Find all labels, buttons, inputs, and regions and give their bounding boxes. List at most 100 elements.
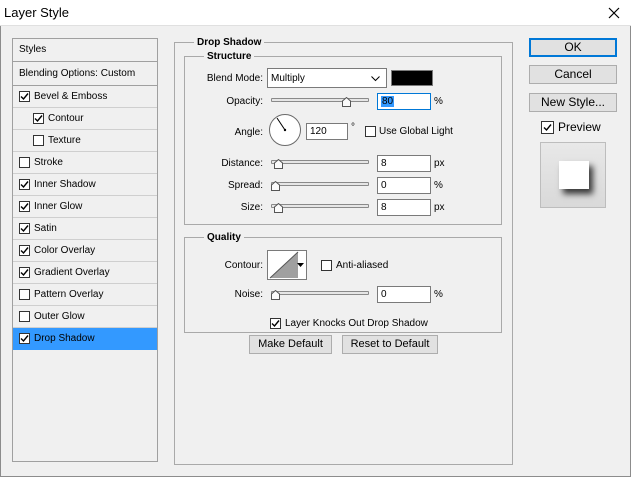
dialog-body: Styles Blending Options: Custom Bevel & … [0, 26, 631, 477]
title-bar: Layer Style [0, 0, 631, 26]
angle-value: 120 [310, 126, 327, 137]
cancel-button[interactable]: Cancel [529, 65, 617, 84]
spread-slider[interactable] [271, 179, 369, 191]
chevron-down-icon [371, 76, 380, 82]
style-item-label: Color Overlay [34, 245, 96, 256]
style-checkbox-texture[interactable] [33, 135, 44, 146]
style-item-inner-glow[interactable]: Inner Glow [13, 196, 157, 218]
style-item-label: Contour [48, 113, 84, 124]
contour-dropdown-icon[interactable] [297, 263, 304, 268]
slider-thumb[interactable] [271, 180, 280, 191]
blending-options-item[interactable]: Blending Options: Custom [13, 62, 157, 86]
reset-to-default-button[interactable]: Reset to Default [342, 335, 438, 354]
style-item-contour[interactable]: Contour [13, 108, 157, 130]
style-item-texture[interactable]: Texture [13, 130, 157, 152]
contour-label: Contour: [224, 260, 263, 271]
style-item-drop-shadow[interactable]: Drop Shadow [13, 328, 157, 350]
style-item-outer-glow[interactable]: Outer Glow [13, 306, 157, 328]
knockout-label: Layer Knocks Out Drop Shadow [285, 318, 428, 329]
style-item-label: Gradient Overlay [34, 267, 110, 278]
ok-button[interactable]: OK [529, 38, 617, 57]
anti-aliased-checkbox[interactable] [321, 260, 332, 271]
style-item-satin[interactable]: Satin [13, 218, 157, 240]
use-global-light-label: Use Global Light [379, 126, 453, 137]
style-checkbox-satin[interactable] [19, 223, 30, 234]
style-item-label: Texture [48, 135, 81, 146]
new-style-button[interactable]: New Style... [529, 93, 617, 112]
slider-thumb[interactable] [342, 96, 351, 107]
style-item-label: Pattern Overlay [34, 289, 104, 300]
style-checkbox-contour[interactable] [33, 113, 44, 124]
style-checkbox-color-overlay[interactable] [19, 245, 30, 256]
anti-aliased-label: Anti-aliased [336, 260, 389, 271]
use-global-light-checkbox[interactable] [365, 126, 376, 137]
window-title: Layer Style [4, 5, 70, 20]
preview-checkbox[interactable] [541, 121, 554, 134]
style-item-label: Stroke [34, 157, 63, 168]
angle-dial-icon [269, 114, 301, 146]
noise-slider[interactable] [271, 288, 369, 300]
opacity-slider-track [271, 98, 369, 102]
style-item-bevel-and-emboss[interactable]: Bevel & Emboss [13, 86, 157, 108]
checkmark-icon [34, 115, 43, 123]
blend-mode-value: Multiply [271, 73, 305, 84]
distance-unit: px [434, 158, 445, 169]
style-checkbox-outer-glow[interactable] [19, 311, 30, 322]
slider-thumb[interactable] [274, 158, 283, 169]
style-checkbox-stroke[interactable] [19, 157, 30, 168]
style-checkbox-gradient-overlay[interactable] [19, 267, 30, 278]
quality-title: Quality [204, 232, 244, 243]
spread-value: 0 [381, 180, 387, 191]
noise-slider-track [271, 291, 369, 295]
style-item-inner-shadow[interactable]: Inner Shadow [13, 174, 157, 196]
make-default-button[interactable]: Make Default [249, 335, 332, 354]
blend-mode-select[interactable]: Multiply [267, 68, 387, 88]
checkmark-icon [20, 181, 29, 189]
angle-input[interactable]: 120 [306, 123, 348, 140]
checkmark-icon [271, 320, 280, 328]
opacity-input[interactable]: 80 [377, 93, 431, 110]
contour-picker[interactable] [267, 250, 307, 280]
style-item-label: Inner Shadow [34, 179, 96, 190]
angle-dial[interactable] [268, 113, 302, 147]
close-button[interactable] [597, 0, 631, 26]
slider-thumb[interactable] [271, 289, 280, 300]
style-item-stroke[interactable]: Stroke [13, 152, 157, 174]
blend-mode-label: Blend Mode: [206, 73, 263, 84]
opacity-value: 80 [381, 96, 395, 107]
checkmark-icon [20, 247, 29, 255]
size-slider[interactable] [271, 201, 369, 213]
blending-options-label: Blending Options: Custom [19, 68, 136, 79]
preview-thumbnail [540, 142, 606, 208]
size-input[interactable]: 8 [377, 199, 431, 216]
checkmark-icon [20, 269, 29, 277]
style-item-label: Satin [34, 223, 57, 234]
style-item-gradient-overlay[interactable]: Gradient Overlay [13, 262, 157, 284]
spread-input[interactable]: 0 [377, 177, 431, 194]
close-icon [608, 7, 620, 19]
style-checkbox-bevel-and-emboss[interactable] [19, 91, 30, 102]
styles-header[interactable]: Styles [13, 39, 157, 62]
shadow-color-swatch[interactable] [391, 70, 433, 86]
knockout-checkbox[interactable] [270, 318, 281, 329]
spread-unit: % [434, 180, 443, 191]
style-checkbox-inner-shadow[interactable] [19, 179, 30, 190]
noise-input[interactable]: 0 [377, 286, 431, 303]
opacity-unit: % [434, 96, 443, 107]
style-checkbox-inner-glow[interactable] [19, 201, 30, 212]
opacity-slider[interactable] [271, 95, 369, 107]
size-unit: px [434, 202, 445, 213]
checkmark-icon [20, 93, 29, 101]
checkmark-icon [543, 124, 552, 132]
style-checkbox-drop-shadow[interactable] [19, 333, 30, 344]
style-item-color-overlay[interactable]: Color Overlay [13, 240, 157, 262]
distance-input[interactable]: 8 [377, 155, 431, 172]
style-checkbox-pattern-overlay[interactable] [19, 289, 30, 300]
checkmark-icon [20, 225, 29, 233]
style-item-pattern-overlay[interactable]: Pattern Overlay [13, 284, 157, 306]
noise-value: 0 [381, 289, 387, 300]
spread-slider-track [271, 182, 369, 186]
drop-shadow-title: Drop Shadow [194, 37, 265, 48]
distance-slider[interactable] [271, 157, 369, 169]
slider-thumb[interactable] [274, 202, 283, 213]
